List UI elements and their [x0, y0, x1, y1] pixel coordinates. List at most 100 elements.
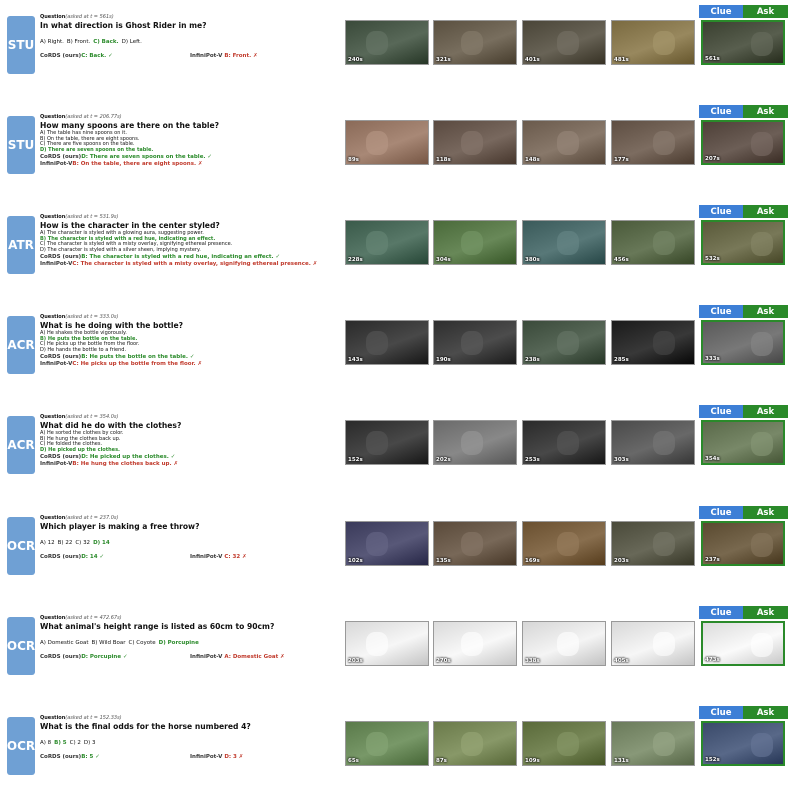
video-frame: 561s [701, 20, 785, 65]
timestamp: 143s [348, 357, 363, 363]
timestamp: 152s [705, 757, 720, 763]
baseline-answer: A: Domestic Goat [224, 654, 279, 660]
timestamp: 237s [705, 557, 720, 563]
frame-content [461, 31, 483, 55]
cross-icon: ✗ [171, 461, 179, 468]
frame-content [366, 632, 388, 656]
question-block: Question(asked at t = 561s) In what direc… [40, 14, 340, 60]
question-text: In what direction is Ghost Rider in me? [40, 21, 207, 30]
video-frame: 135s [433, 521, 517, 566]
video-frame: 237s [701, 521, 785, 566]
video-frame: 321s [433, 20, 517, 65]
option: A) Domestic Goat [40, 640, 89, 646]
check-icon: ✓ [97, 554, 105, 560]
timestamp: 89s [348, 157, 359, 163]
asked-time: (asked at t = 561s) [65, 14, 114, 20]
baseline-result: InfiniPot-VC: The character is styled wi… [40, 261, 340, 267]
frame-content [751, 32, 773, 56]
frame-content [557, 31, 579, 55]
baseline-result: InfiniPot-V C: 32 ✗ [190, 553, 247, 561]
example-row: OCR Question(asked at t = 237.0s) Which pl… [0, 506, 794, 609]
video-frame: 401s [522, 20, 606, 65]
category-badge: STU [7, 16, 35, 74]
question-label-text: Question [40, 214, 66, 220]
check-icon: ✓ [273, 254, 281, 261]
frame-content [751, 733, 773, 757]
baseline-answer: C: The character is styled with a misty … [72, 261, 311, 268]
options-inline: A) 12 B) 22 C) 32 D) 14 [40, 539, 340, 547]
frame-content [366, 431, 388, 455]
ours-answer: B: The character is styled with a red hu… [81, 254, 274, 261]
frame-content [366, 732, 388, 756]
option: D) Porcupine [158, 640, 199, 646]
ours-label: CoRDS (ours) [40, 53, 82, 59]
cross-icon: ✗ [240, 554, 247, 560]
baseline-label: InfiniPot-V [190, 554, 225, 560]
asked-time: (asked at t = 531.9s) [65, 214, 119, 220]
frame-content [653, 31, 675, 55]
option: D) 14 [93, 540, 110, 546]
frame-content [461, 532, 483, 556]
question-text: What is the final odds for the horse num… [40, 722, 251, 731]
category-badge: OCR [7, 617, 35, 675]
timestamp: 481s [614, 57, 629, 63]
video-frame: 143s [345, 320, 429, 365]
frame-content [751, 533, 773, 557]
frame-content [557, 532, 579, 556]
option: C) 2 [69, 740, 81, 746]
video-frame: 253s [522, 420, 606, 465]
cross-icon: ✗ [251, 53, 258, 59]
timestamp: 148s [525, 157, 540, 163]
ask-tag: Ask [743, 105, 788, 118]
video-frame: 131s [611, 721, 695, 766]
ours-result: CoRDS (ours)B: 5 ✓ [40, 754, 100, 760]
video-frame: 240s [345, 20, 429, 65]
question-label-text: Question [40, 14, 66, 20]
question-label-text: Question [40, 615, 66, 621]
timestamp: 321s [436, 57, 451, 63]
example-row: STU Question(asked at t = 206.77s) How man… [0, 105, 794, 208]
example-row: OCR Question(asked at t = 152.33s) What is… [0, 706, 794, 809]
category-badge: OCR [7, 717, 35, 775]
option: C) Coyote [128, 640, 156, 646]
video-frame: 473s [701, 621, 785, 666]
timestamp: 456s [614, 257, 629, 263]
ours-label: CoRDS (ours) [40, 454, 82, 461]
timestamp: 338s [525, 658, 540, 664]
video-frame: 118s [433, 120, 517, 165]
question-block: Question(asked at t = 333.0s) What is he … [40, 314, 340, 367]
timestamp: 240s [348, 57, 363, 63]
question-label: Question(asked at t = 354.0s) [40, 414, 340, 421]
option: D) Left. [121, 39, 142, 45]
question-label: Question(asked at t = 531.9s) [40, 214, 340, 221]
options-list: A) He sorted the clothes by color. B) He … [40, 430, 340, 453]
frame-content [461, 331, 483, 355]
question-label: Question(asked at t = 152.33s) [40, 715, 340, 722]
answers-row: CoRDS (ours)D: 14 ✓ InfiniPot-V C: 32 ✗ [40, 553, 340, 561]
timestamp: 380s [525, 257, 540, 263]
video-frame: 152s [701, 721, 785, 766]
ask-tag: Ask [743, 5, 788, 18]
options-list: A) He shakes the bottle vigorously. B) He… [40, 330, 340, 353]
baseline-label: InfiniPot-V [40, 361, 73, 368]
frame-content [557, 131, 579, 155]
options-list: A) The character is styled with a glowin… [40, 230, 340, 253]
video-frame: 203s [345, 621, 429, 666]
option: A) Right. [40, 39, 64, 45]
frame-content [461, 431, 483, 455]
question-label: Question(asked at t = 333.0s) [40, 314, 340, 321]
timestamp: 333s [705, 356, 720, 362]
clue-tag: Clue [699, 105, 743, 118]
timestamp: 203s [348, 658, 363, 664]
timestamp: 102s [348, 558, 363, 564]
question-block: Question(asked at t = 531.9s) How is the … [40, 214, 340, 267]
timestamp: 177s [614, 157, 629, 163]
video-frame: 202s [433, 420, 517, 465]
ours-answer: D: Porcupine [81, 654, 122, 660]
frame-content [461, 732, 483, 756]
check-icon: ✓ [121, 654, 128, 660]
frame-content [366, 131, 388, 155]
video-frame: 481s [611, 20, 695, 65]
frame-content [461, 131, 483, 155]
option: B) 22 [57, 540, 73, 546]
